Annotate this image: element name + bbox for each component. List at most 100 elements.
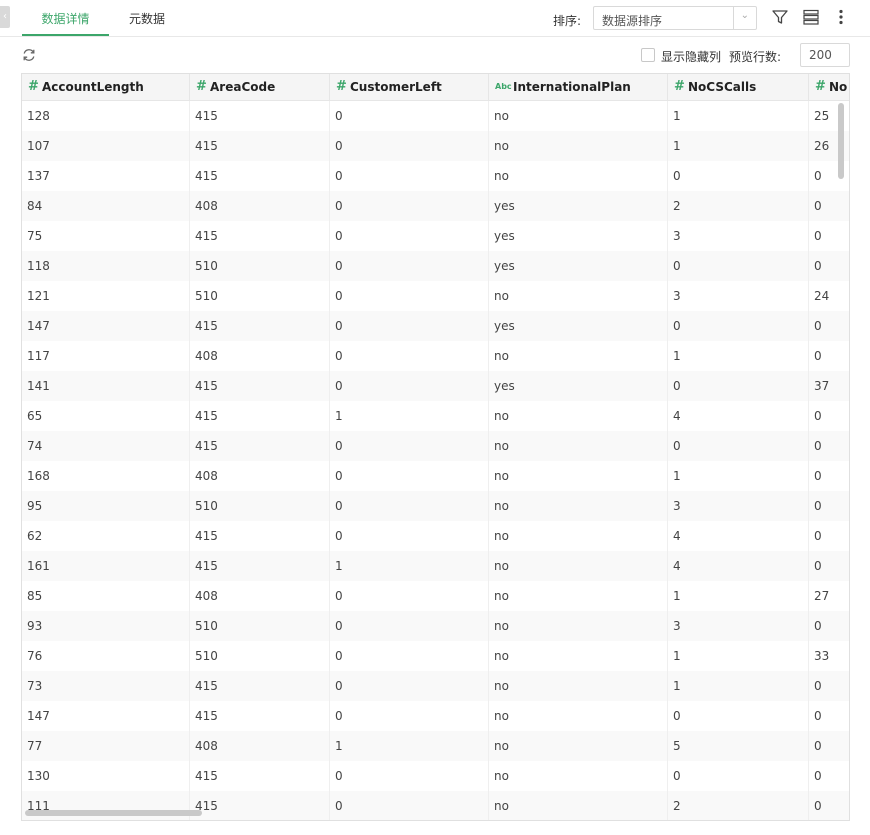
column-header-customerleft[interactable]: # CustomerLeft (330, 74, 489, 101)
more-button[interactable] (832, 8, 852, 28)
table-row: 76 510 0 no 1 33 (22, 641, 849, 671)
table-cell: 0 (330, 281, 489, 311)
sort-select[interactable]: 数据源排序 ⌄ (593, 6, 757, 30)
table-cell: 510 (190, 611, 330, 641)
table-cell: 0 (809, 731, 849, 761)
table-cell: 0 (330, 791, 489, 820)
column-name: CustomerLeft (350, 80, 442, 94)
table-row: 74 415 0 no 0 0 (22, 431, 849, 461)
table-cell: 27 (809, 581, 849, 611)
numeric-type-icon: # (28, 79, 39, 94)
table-cell: 415 (190, 311, 330, 341)
table-cell: no (489, 701, 668, 731)
table-cell: 0 (330, 491, 489, 521)
table-cell: 0 (809, 611, 849, 641)
table-cell: 1 (668, 581, 809, 611)
table-row: 168 408 0 no 1 0 (22, 461, 849, 491)
column-header-nocscalls[interactable]: # NoCSCalls (668, 74, 809, 101)
table-cell: 77 (22, 731, 190, 761)
table-cell: 95 (22, 491, 190, 521)
table-cell: 4 (668, 401, 809, 431)
tab-data-details[interactable]: 数据详情 (22, 0, 109, 36)
show-hidden-checkbox[interactable] (641, 48, 655, 62)
table-row: 107 415 0 no 1 26 (22, 131, 849, 161)
tab-metadata[interactable]: 元数据 (112, 0, 182, 36)
table-cell: 415 (190, 521, 330, 551)
table-cell: no (489, 281, 668, 311)
table-cell: 0 (330, 131, 489, 161)
column-header-accountlength[interactable]: # AccountLength (22, 74, 190, 101)
table-cell: 107 (22, 131, 190, 161)
table-row: 141 415 0 yes 0 37 (22, 371, 849, 401)
table-cell: 1 (668, 641, 809, 671)
table-cell: yes (489, 191, 668, 221)
table-cell: yes (489, 251, 668, 281)
table-cell: 0 (809, 701, 849, 731)
table-cell: 415 (190, 371, 330, 401)
table-cell: 0 (330, 611, 489, 641)
table-cell: no (489, 491, 668, 521)
table-row: 85 408 0 no 1 27 (22, 581, 849, 611)
table-cell: 510 (190, 251, 330, 281)
table-cell: 510 (190, 281, 330, 311)
table-cell: 0 (330, 161, 489, 191)
table-cell: yes (489, 311, 668, 341)
column-header-areacode[interactable]: # AreaCode (190, 74, 330, 101)
table-cell: 128 (22, 101, 190, 131)
horizontal-scrollbar[interactable] (25, 810, 202, 816)
table-cell: 415 (190, 161, 330, 191)
table-cell: 74 (22, 431, 190, 461)
table-cell: no (489, 551, 668, 581)
table-cell: 65 (22, 401, 190, 431)
numeric-type-icon: # (674, 79, 685, 94)
table-row: 128 415 0 no 1 25 (22, 101, 849, 131)
table-cell: no (489, 761, 668, 791)
table-cell: 415 (190, 551, 330, 581)
numeric-type-icon: # (815, 79, 826, 94)
table-cell: yes (489, 371, 668, 401)
sort-select-value: 数据源排序 (602, 14, 663, 28)
table-cell: yes (489, 221, 668, 251)
table-row: 65 415 1 no 4 0 (22, 401, 849, 431)
table-cell: 0 (330, 101, 489, 131)
preview-rows-input[interactable]: 200 (800, 43, 850, 67)
table-cell: 111 (22, 791, 190, 820)
table-row: 111 415 0 no 2 0 (22, 791, 849, 820)
chevron-down-icon: ⌄ (740, 10, 749, 21)
refresh-button[interactable] (21, 47, 37, 63)
table-cell: 0 (809, 761, 849, 791)
table-cell: 75 (22, 221, 190, 251)
table-row: 121 510 0 no 3 24 (22, 281, 849, 311)
table-cell: no (489, 641, 668, 671)
text-type-icon: Abc (495, 82, 512, 91)
column-header-no[interactable]: # No (809, 74, 849, 101)
table-cell: 0 (809, 431, 849, 461)
table-cell: no (489, 401, 668, 431)
table-cell: 415 (190, 131, 330, 161)
column-name: InternationalPlan (513, 80, 631, 94)
table-cell: 0 (330, 371, 489, 401)
table-cell: 24 (809, 281, 849, 311)
table-cell: 510 (190, 641, 330, 671)
table-row: 117 408 0 no 1 0 (22, 341, 849, 371)
table-cell: 118 (22, 251, 190, 281)
table-cell: 408 (190, 581, 330, 611)
table-row: 147 415 0 no 0 0 (22, 701, 849, 731)
table-cell: 1 (330, 551, 489, 581)
column-name: AreaCode (210, 80, 276, 94)
table-cell: 1 (668, 671, 809, 701)
grid-header: # AccountLength # AreaCode # CustomerLeft A… (22, 74, 849, 101)
table-row: 130 415 0 no 0 0 (22, 761, 849, 791)
table-cell: no (489, 341, 668, 371)
table-cell: 0 (330, 431, 489, 461)
vertical-scrollbar[interactable] (838, 103, 844, 179)
filter-button[interactable] (771, 8, 791, 28)
column-header-internationalplan[interactable]: AbcInternationalPlan (489, 74, 668, 101)
table-cell: 0 (668, 431, 809, 461)
table-cell: no (489, 161, 668, 191)
table-cell: 2 (668, 191, 809, 221)
table-cell: no (489, 431, 668, 461)
layout-button[interactable] (802, 8, 822, 28)
table-cell: 147 (22, 701, 190, 731)
table-cell: 4 (668, 551, 809, 581)
